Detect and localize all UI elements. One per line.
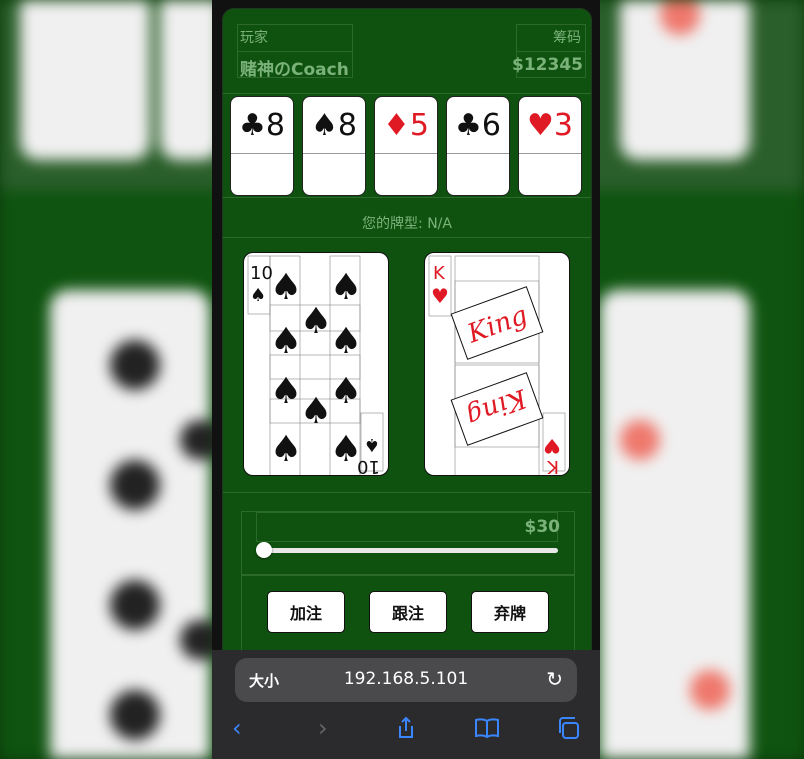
heart-icon: ♥ xyxy=(543,434,561,458)
chips-amount: $12345 xyxy=(512,55,583,75)
bet-panel: $30 xyxy=(241,511,575,575)
svg-text:♠: ♠ xyxy=(270,267,302,308)
svg-text:♠: ♠ xyxy=(330,267,362,308)
hand-card-ten-of-spades[interactable]: 10 ♠ ♠ ♠ ♠ ♠ ♠ ♠ ♠ ♠ ♠ ♠ 10 ♠ xyxy=(243,252,389,476)
call-button[interactable]: 跟注 xyxy=(369,591,447,633)
share-icon[interactable] xyxy=(394,716,418,746)
forward-icon[interactable]: › xyxy=(318,714,328,742)
card-rank: 5 xyxy=(409,107,429,143)
svg-text:♠: ♠ xyxy=(270,429,302,470)
suit-icon: ♣ xyxy=(239,107,266,143)
svg-text:♠: ♠ xyxy=(270,321,302,362)
chips-info: 筹码 $12345 xyxy=(512,24,586,78)
hand-card-rank-top: K xyxy=(433,263,446,284)
chips-label: 筹码 xyxy=(553,30,581,46)
spade-icon: ♠ xyxy=(250,285,266,306)
spade-pips: ♠ ♠ ♠ ♠ ♠ ♠ ♠ ♠ ♠ ♠ xyxy=(270,267,362,470)
poker-table: 玩家 赌神のCoach 筹码 $12345 ♣ 8 ♠ 8 ♦ 5 ♣ 6 ♥ 3 您的牌型: N… xyxy=(222,8,592,759)
player-name: 赌神のCoach xyxy=(240,60,349,80)
svg-text:♠: ♠ xyxy=(300,391,332,432)
address-bar[interactable]: 大小 192.168.5.101 ↻ xyxy=(235,658,577,702)
reload-icon[interactable]: ↻ xyxy=(546,667,563,691)
action-panel: 加注 跟注 弃牌 xyxy=(241,575,575,653)
suit-icon: ♥ xyxy=(527,107,554,143)
phone-screen: 玩家 赌神のCoach 筹码 $12345 ♣ 8 ♠ 8 ♦ 5 ♣ 6 ♥ 3 您的牌型: N… xyxy=(212,0,600,759)
suit-icon: ♣ xyxy=(455,107,482,143)
community-card: ♠ 8 xyxy=(302,96,366,196)
hand-card-king-of-hearts[interactable]: K ♥ King King K ♥ xyxy=(424,252,570,476)
community-card: ♣ 8 xyxy=(230,96,294,196)
tabs-icon[interactable] xyxy=(556,716,580,746)
player-label: 玩家 xyxy=(240,30,268,46)
hand-card-rank-bottom: 10 xyxy=(357,456,380,475)
bookmarks-icon[interactable] xyxy=(474,716,500,746)
suit-icon: ♠ xyxy=(311,107,338,143)
player-info: 玩家 赌神のCoach xyxy=(237,24,353,80)
heart-icon: ♥ xyxy=(431,284,449,308)
card-rank: 6 xyxy=(481,107,501,143)
spade-icon: ♠ xyxy=(364,434,380,455)
card-rank: 8 xyxy=(265,107,285,143)
back-icon[interactable]: ‹ xyxy=(232,714,242,742)
community-card: ♣ 6 xyxy=(446,96,510,196)
url-text: 192.168.5.101 xyxy=(343,669,469,689)
bet-slider-thumb[interactable] xyxy=(256,542,272,558)
hand-type: 您的牌型: N/A xyxy=(362,216,452,232)
bet-amount: $30 xyxy=(524,517,561,537)
bet-slider-track[interactable] xyxy=(264,548,558,553)
svg-text:♠: ♠ xyxy=(330,371,362,412)
svg-text:♠: ♠ xyxy=(300,301,332,342)
raise-button[interactable]: 加注 xyxy=(267,591,345,633)
community-card: ♥ 3 xyxy=(518,96,582,196)
svg-text:♠: ♠ xyxy=(270,371,302,412)
svg-text:♠: ♠ xyxy=(330,321,362,362)
card-rank: 3 xyxy=(553,107,573,143)
browser-toolbar: 大小 192.168.5.101 ↻ ‹ › xyxy=(212,650,600,759)
community-card: ♦ 5 xyxy=(374,96,438,196)
suit-icon: ♦ xyxy=(383,107,410,143)
card-rank: 8 xyxy=(337,107,357,143)
fold-button[interactable]: 弃牌 xyxy=(471,591,549,633)
